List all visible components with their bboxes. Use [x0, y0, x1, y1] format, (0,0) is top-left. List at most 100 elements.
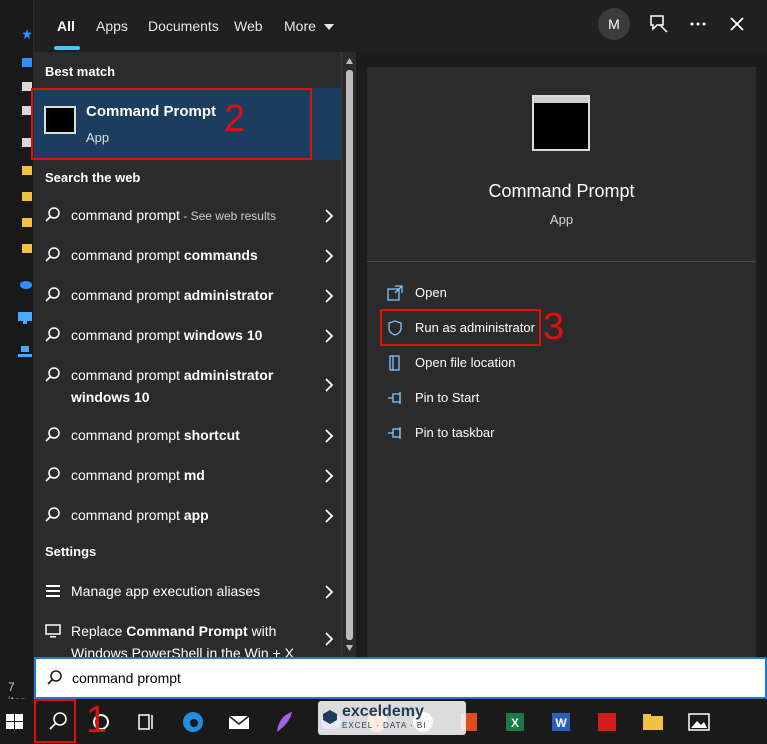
- web-result-item[interactable]: command prompt app: [34, 502, 341, 530]
- network-icon: [18, 346, 32, 357]
- web-result-item[interactable]: command prompt windows 10: [34, 322, 341, 350]
- web-result-label: command prompt shortcut: [71, 427, 240, 443]
- close-icon[interactable]: [726, 13, 748, 35]
- task-view-icon[interactable]: [133, 709, 159, 735]
- file-location-icon: [389, 355, 400, 371]
- settings-result-label: Replace Command Prompt with Windows Powe…: [71, 623, 294, 658]
- quick-access-star-icon: [22, 29, 32, 39]
- scroll-down-arrow-icon[interactable]: [345, 643, 354, 652]
- explorer-background: 7 iter: [0, 0, 34, 708]
- avatar[interactable]: M: [598, 8, 630, 40]
- excel-icon[interactable]: X: [502, 709, 528, 735]
- search-icon: [45, 207, 60, 222]
- search-icon: [45, 467, 60, 482]
- settings-result-label: Manage app execution aliases: [71, 583, 261, 599]
- file-explorer-icon[interactable]: [640, 709, 666, 735]
- edge-icon[interactable]: [180, 709, 206, 735]
- watermark-logo: exceldemy EXCEL · DATA · BI: [318, 701, 466, 735]
- command-prompt-large-icon: [532, 95, 590, 151]
- onedrive-icon: [20, 281, 32, 289]
- folder-icon: [22, 244, 32, 253]
- pin-icon: [388, 427, 401, 439]
- preview-subtitle: App: [549, 212, 574, 227]
- this-pc-icon: [18, 312, 32, 324]
- action-open-file-location-label: Open file location: [415, 355, 516, 370]
- action-open-label: Open: [415, 285, 447, 300]
- settings-result[interactable]: Manage app execution aliases: [34, 578, 341, 606]
- step-number-1: 1: [86, 699, 108, 741]
- chevron-right-icon: [325, 209, 334, 223]
- chevron-right-icon: [325, 469, 334, 483]
- pin-icon: [388, 392, 401, 404]
- tab-all[interactable]: All: [57, 16, 75, 36]
- tab-documents[interactable]: Documents: [148, 16, 219, 36]
- tab-more[interactable]: More: [284, 16, 334, 36]
- web-result-label: command prompt administrator: [71, 287, 274, 303]
- search-web-heading: Search the web: [45, 170, 141, 185]
- open-icon: [387, 285, 403, 301]
- chevron-right-icon: [325, 329, 334, 343]
- watermark-name: exceldemy: [342, 703, 424, 720]
- step-number-2: 2: [224, 98, 246, 140]
- web-result-item[interactable]: command prompt - See web results: [34, 202, 341, 230]
- search-box[interactable]: [34, 657, 767, 699]
- chevron-down-icon: [323, 24, 334, 31]
- feather-app-icon[interactable]: [272, 709, 298, 735]
- tab-more-label: More: [284, 18, 316, 34]
- highlight-box-best-match: [31, 88, 312, 160]
- watermark-tagline: EXCEL · DATA · BI: [342, 721, 427, 730]
- chevron-right-icon: [325, 509, 334, 523]
- web-result-item[interactable]: command prompt administrator: [34, 282, 341, 310]
- feedback-icon[interactable]: [648, 13, 670, 35]
- web-result-label: command prompt md: [71, 467, 205, 483]
- web-result-label: command prompt app: [71, 507, 209, 523]
- watermark-logo-icon: [323, 710, 337, 724]
- scrollbar-thumb[interactable]: [346, 70, 353, 640]
- web-result-item[interactable]: command prompt administrator windows 10: [34, 362, 341, 408]
- chevron-right-icon: [325, 249, 334, 263]
- search-input[interactable]: [72, 667, 572, 689]
- web-result-item[interactable]: command prompt commands: [34, 242, 341, 270]
- active-tab-indicator: [54, 46, 80, 50]
- search-icon: [45, 247, 60, 262]
- chevron-right-icon: [325, 429, 334, 443]
- acrobat-icon[interactable]: [594, 709, 620, 735]
- app-preview-panel: Command Prompt App Open Run as administr…: [367, 67, 756, 657]
- windows-start-icon[interactable]: [2, 709, 28, 735]
- highlight-box-search-button: [34, 699, 76, 743]
- highlight-box-run-as-admin: [380, 309, 541, 346]
- chevron-right-icon: [325, 632, 334, 646]
- tab-web[interactable]: Web: [234, 16, 263, 36]
- search-icon: [45, 427, 60, 442]
- step-number-3: 3: [543, 306, 565, 348]
- web-result-item[interactable]: command prompt md: [34, 462, 341, 490]
- mail-icon[interactable]: [226, 709, 252, 735]
- chevron-right-icon: [325, 585, 334, 599]
- chevron-right-icon: [325, 289, 334, 303]
- preview-title: Command Prompt: [488, 181, 635, 201]
- action-pin-to-start-label: Pin to Start: [415, 390, 480, 405]
- svg-text:X: X: [511, 716, 519, 730]
- settings-result[interactable]: Replace Command Prompt with Windows Powe…: [34, 618, 341, 658]
- photos-icon[interactable]: [686, 709, 712, 735]
- folder-icon: [22, 192, 32, 201]
- folder-icon: [22, 58, 32, 67]
- tab-apps[interactable]: Apps: [96, 16, 128, 36]
- scroll-up-arrow-icon[interactable]: [345, 57, 354, 66]
- web-result-label: command prompt administrator windows 10: [71, 367, 274, 405]
- more-options-icon[interactable]: [687, 13, 709, 35]
- web-result-label: command prompt - See web results: [71, 207, 276, 223]
- monitor-icon: [45, 624, 61, 638]
- search-tabs-bar: All Apps Documents Web More M: [34, 0, 767, 52]
- folder-icon: [22, 218, 32, 227]
- best-match-heading: Best match: [45, 64, 116, 79]
- search-icon: [45, 327, 60, 342]
- app-list-icon: [46, 585, 60, 597]
- divider: [367, 261, 756, 262]
- search-icon: [47, 670, 62, 685]
- web-result-item[interactable]: command prompt shortcut: [34, 422, 341, 450]
- word-icon[interactable]: W: [548, 709, 574, 735]
- svg-text:W: W: [555, 716, 567, 730]
- results-scrollbar[interactable]: [341, 52, 356, 657]
- web-result-label: command prompt windows 10: [71, 327, 263, 343]
